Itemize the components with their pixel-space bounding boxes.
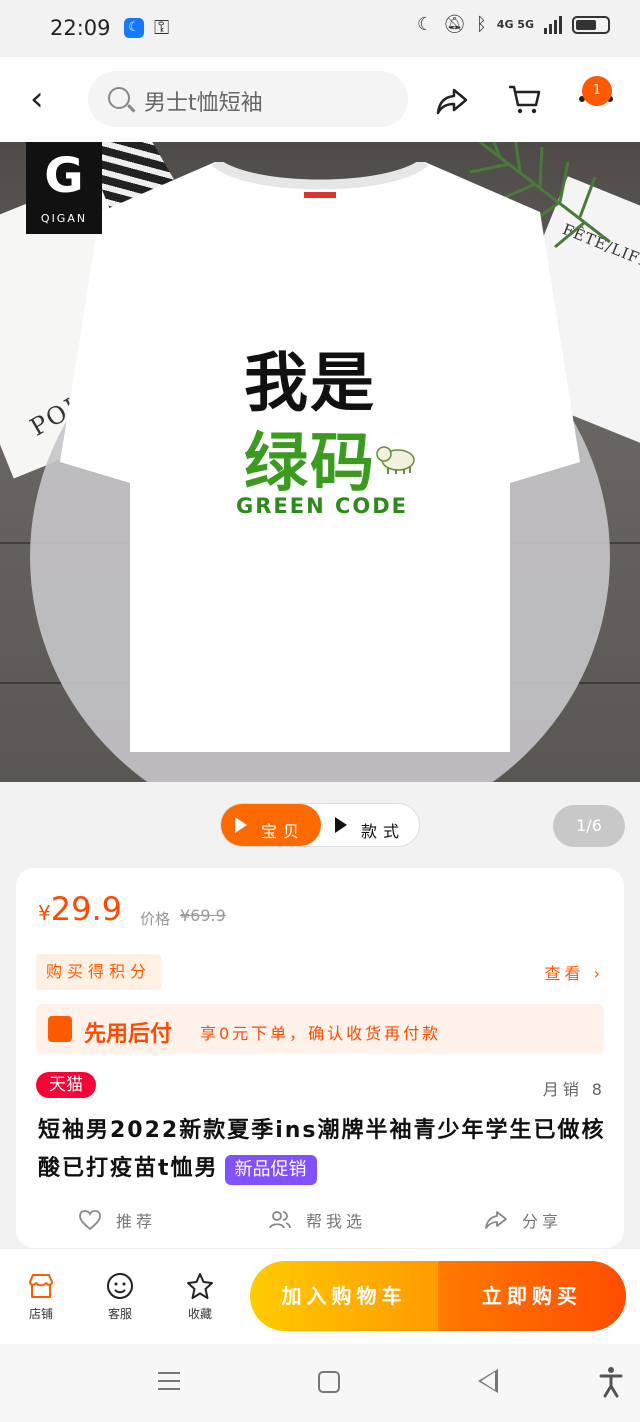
- play-icon: [335, 817, 347, 833]
- share-icon: [485, 1211, 507, 1229]
- points-badge: 购买得积分: [36, 954, 162, 990]
- tab-product-label: 宝贝: [261, 822, 306, 841]
- product-actions: 推荐 帮我选 分享: [16, 1204, 624, 1240]
- status-bar: 22:09 ☾ ⚿ ☾ 🔕︎ ᛒ 4G 5G: [0, 0, 640, 57]
- product-info-card: ¥29.9 价格 ¥69.9 购买得积分 查看 › 先用后付 享0元下单，确认收…: [16, 868, 624, 1248]
- battery-icon: [572, 15, 610, 34]
- store-label: 店铺: [28, 1307, 53, 1321]
- recommend-label: 推荐: [116, 1212, 157, 1231]
- system-back-button[interactable]: [478, 1369, 498, 1393]
- network-type: 4G 5G: [496, 18, 534, 31]
- cart-badge: 1: [582, 76, 612, 106]
- product-image[interactable]: POINR FÊTE/LIFE 我是 绿码 GREEN CODE G QIGAN: [0, 142, 640, 782]
- back-button[interactable]: ‹: [30, 79, 44, 119]
- tab-style[interactable]: 款式: [321, 804, 421, 846]
- recent-apps-button[interactable]: [158, 1372, 180, 1390]
- brand-logo: G QIGAN: [26, 142, 102, 234]
- people-icon: [269, 1211, 291, 1229]
- monthly-sales: 月销 8: [542, 1080, 606, 1099]
- bottom-action-bar: 店铺 客服 收藏 加入购物车 立即购买: [0, 1248, 640, 1344]
- status-time: 22:09: [50, 16, 111, 40]
- pay-later-desc: 享0元下单，确认收货再付款: [200, 1024, 442, 1043]
- search-query: 男士t恤短袖: [144, 91, 263, 116]
- buy-now-button[interactable]: 立即购买: [438, 1261, 626, 1331]
- tab-style-label: 款式: [361, 822, 406, 841]
- do-not-disturb-icon: ☾: [416, 14, 434, 35]
- store-icon: [29, 1274, 53, 1298]
- share-label: 分享: [522, 1212, 563, 1231]
- brand-logo-text: QIGAN: [40, 212, 88, 225]
- customer-service-button[interactable]: 客服: [95, 1271, 145, 1322]
- image-page-indicator: 1/6: [553, 805, 625, 847]
- product-title-text: 短袖男2022新款夏季ins潮牌半袖青少年学生已做核酸已打疫苗t恤男: [38, 1118, 606, 1181]
- bluetooth-icon: ᛒ: [475, 14, 487, 35]
- service-label: 客服: [107, 1307, 132, 1321]
- promo-tag: 新品促销: [224, 1155, 317, 1185]
- status-icons: ☾ 🔕︎ ᛒ 4G 5G: [417, 14, 610, 35]
- key-icon: ⚿: [154, 15, 170, 39]
- tab-product[interactable]: 宝贝: [221, 804, 321, 846]
- shirt-print-line3: GREEN CODE: [236, 494, 409, 518]
- play-icon: [235, 817, 247, 833]
- heart-icon: [79, 1210, 101, 1231]
- store-button[interactable]: 店铺: [16, 1271, 66, 1322]
- view-link-label: 查看: [544, 964, 585, 983]
- add-to-cart-button[interactable]: 加入购物车: [250, 1261, 438, 1331]
- app-notification-icon: ☾: [124, 18, 144, 38]
- price-currency: ¥: [38, 901, 51, 925]
- current-price: ¥29.9: [38, 890, 122, 928]
- favorite-label: 收藏: [187, 1307, 212, 1321]
- system-navigation-bar: [0, 1344, 640, 1422]
- home-button[interactable]: [318, 1371, 340, 1393]
- shirt-print-line2: 绿码: [244, 427, 376, 501]
- help-choose-button[interactable]: 帮我选: [268, 1208, 366, 1232]
- help-choose-label: 帮我选: [306, 1212, 367, 1231]
- cow-illustration: [376, 446, 415, 474]
- price-value: 29.9: [50, 890, 122, 928]
- signal-icon: [544, 15, 562, 34]
- favorite-button[interactable]: 收藏: [175, 1271, 225, 1322]
- chevron-right-icon: ›: [593, 964, 604, 983]
- recommend-button[interactable]: 推荐: [78, 1208, 156, 1232]
- tmall-badge: 天猫: [36, 1072, 96, 1098]
- top-nav-bar: ‹ 男士t恤短袖 1: [0, 57, 640, 142]
- product-title: 短袖男2022新款夏季ins潮牌半袖青少年学生已做核酸已打疫苗t恤男 新品促销: [38, 1112, 608, 1188]
- price-label: 价格: [140, 910, 171, 928]
- mute-icon: 🔕︎: [443, 14, 466, 35]
- pay-later-title: 先用后付: [84, 1022, 173, 1047]
- pay-later-banner[interactable]: 先用后付 享0元下单，确认收货再付款: [36, 1004, 604, 1054]
- cart-icon[interactable]: [506, 81, 542, 117]
- brand-logo-mark: G: [44, 148, 84, 204]
- share-product-button[interactable]: 分享: [484, 1208, 562, 1232]
- media-switch: 宝贝 款式: [220, 803, 420, 847]
- shopping-bag-icon: [48, 1016, 72, 1042]
- search-icon: [108, 87, 130, 109]
- accessibility-icon[interactable]: [598, 1366, 624, 1398]
- original-price: ¥69.9: [180, 906, 226, 925]
- star-icon: [187, 1273, 213, 1299]
- search-bar[interactable]: 男士t恤短袖: [88, 71, 408, 127]
- shirt-print-line1: 我是: [244, 347, 376, 421]
- share-icon[interactable]: [434, 83, 470, 119]
- view-points-link[interactable]: 查看 ›: [544, 960, 604, 984]
- chat-face-icon: [107, 1273, 133, 1299]
